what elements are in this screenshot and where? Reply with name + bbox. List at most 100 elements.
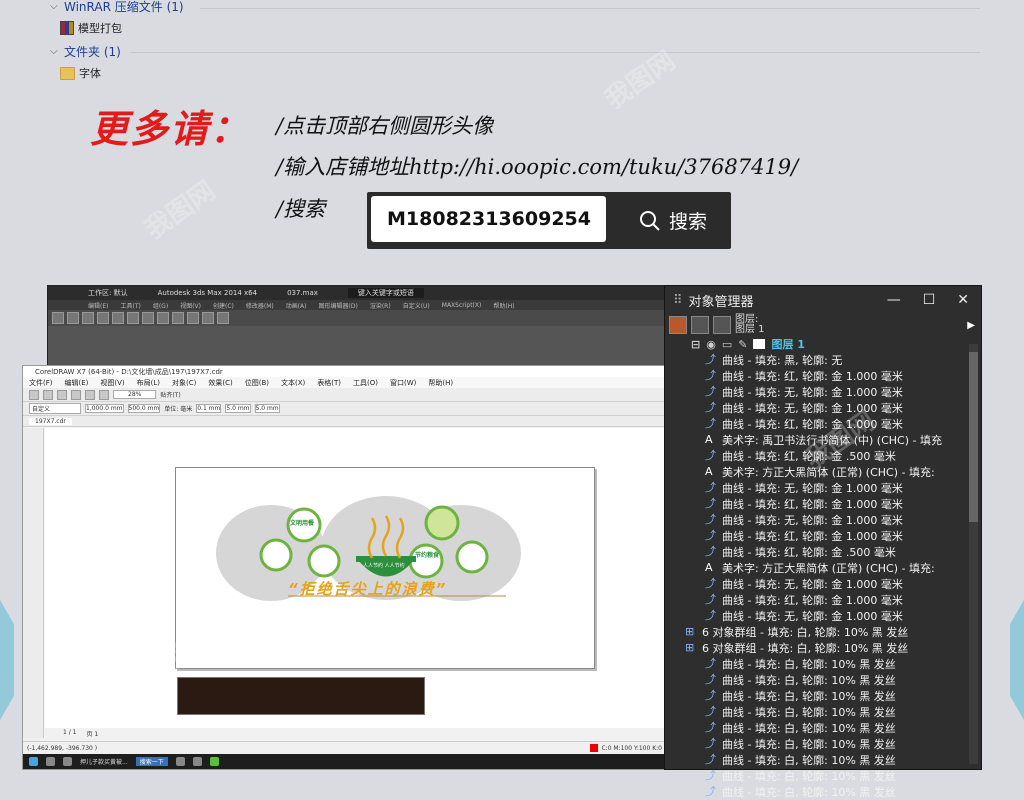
max-menu-item[interactable]: MAXScript(X) [442,302,482,309]
corel-menu-item[interactable]: 文件(F) [29,378,53,388]
object-row[interactable]: ⤴ 曲线 - 填充: 白, 轮廓: 10% 黑 发丝 [705,688,981,704]
object-row[interactable]: ⊞ 6 对象群组 - 填充: 白, 轮廓: 10% 黑 发丝 [685,624,981,640]
render-icon[interactable] [202,312,214,324]
print-icon[interactable] [71,389,81,400]
redo-icon[interactable] [67,312,79,324]
link-icon[interactable] [82,312,94,324]
corel-menu-item[interactable]: 文本(X) [281,378,305,388]
max-menu-item[interactable]: 动画(A) [286,301,307,310]
corel-menu-item[interactable]: 帮助(H) [428,378,453,388]
taskbar-app-2[interactable]: 搜索一下 [135,757,168,766]
save-icon[interactable] [57,389,67,400]
max-menu-item[interactable]: 编辑(E) [88,301,108,310]
object-row[interactable]: ⤴ 曲线 - 填充: 红, 轮廓: 金 .500 毫米 [705,544,981,560]
corel-menu-item[interactable]: 工具(O) [353,378,378,388]
flyout-arrow-icon[interactable]: ▶ [967,320,975,331]
lock-icon[interactable]: ✎ [738,338,747,351]
max-search-input[interactable]: 键入关键字或短语 [347,288,424,298]
winrar-group-header[interactable]: ⌵ WinRAR 压缩文件 (1) [50,0,184,15]
max-menu-item[interactable]: 帮助(H) [493,301,514,310]
snap-dropdown[interactable]: 贴齐(T) [160,390,180,399]
max-menu-item[interactable]: 组(G) [153,301,168,310]
options-icon[interactable] [713,316,731,334]
folder-item-font[interactable]: 字体 [60,65,101,81]
page-tab[interactable]: 页 1 [86,729,98,738]
object-row[interactable]: ⤴ 曲线 - 填充: 黑, 轮廓: 无 [705,352,981,368]
undo-icon[interactable] [85,389,95,400]
collapse-icon[interactable]: ⊟ [691,338,700,351]
corel-menu-item[interactable]: 对象(C) [172,378,196,388]
printer-icon[interactable]: ▭ [722,338,732,351]
object-row[interactable]: A 美术字: 禹卫书法行书简体 (中) (CHC) - 填充 [705,432,981,448]
object-row[interactable]: ⊞ 6 对象群组 - 填充: 白, 轮廓: 10% 黑 发丝 [685,640,981,656]
units-select[interactable]: 单位: 毫米 [164,404,192,413]
corel-menu-item[interactable]: 窗口(W) [390,378,416,388]
layer-manager-icon[interactable] [669,316,687,334]
scale-icon[interactable] [157,312,169,324]
object-row[interactable]: ⤴ 曲线 - 填充: 红, 轮廓: 金 1.000 毫米 [705,368,981,384]
object-manager-scrollbar[interactable] [969,344,978,764]
max-menu-item[interactable]: 视图(V) [180,301,201,310]
max-menu-item[interactable]: 工具(T) [120,301,140,310]
corel-menu-item[interactable]: 效果(C) [208,378,232,388]
material-icon[interactable] [217,312,229,324]
corel-menu-item[interactable]: 布局(L) [137,378,160,388]
max-viewport[interactable] [48,326,668,370]
corel-menu-item[interactable]: 视图(V) [100,378,124,388]
object-row[interactable]: ⤴ 曲线 - 填充: 白, 轮廓: 10% 黑 发丝 [705,736,981,752]
corel-menu-item[interactable]: 表格(T) [317,378,341,388]
object-row[interactable]: ⤴ 曲线 - 填充: 红, 轮廓: 金 1.000 毫米 [705,592,981,608]
object-row[interactable]: ⤴ 曲线 - 填充: 红, 轮廓: 金 1.000 毫米 [705,416,981,432]
search-icon[interactable] [46,757,55,766]
rotate-icon[interactable] [142,312,154,324]
eye-icon[interactable]: ◉ [706,338,716,351]
object-row[interactable]: ⤴ 曲线 - 填充: 白, 轮廓: 10% 黑 发丝 [705,672,981,688]
zoom-select[interactable]: 28% [113,390,157,399]
new-icon[interactable] [29,389,39,400]
max-menu-item[interactable]: 渲染(R) [370,301,391,310]
object-row[interactable]: ⤴ 曲线 - 填充: 白, 轮廓: 10% 黑 发丝 [705,720,981,736]
max-menu-item[interactable]: 修改器(M) [246,301,274,310]
mirror-icon[interactable] [172,312,184,324]
windows-start-icon[interactable] [29,757,38,766]
object-row[interactable]: ⤴ 曲线 - 填充: 红, 轮廓: 金 1.000 毫米 [705,496,981,512]
nudge-field[interactable]: 0.1 mm [196,404,222,413]
browser-icon[interactable] [175,757,185,766]
maximize-icon[interactable]: ☐ [923,292,936,308]
redo-icon[interactable] [99,389,109,400]
object-row[interactable]: A 美术字: 方正大黑简体 (正常) (CHC) - 填充: [705,560,981,576]
folder-group-header[interactable]: ⌵ 文件夹 (1) [50,43,121,60]
object-row[interactable]: ⤴ 曲线 - 填充: 无, 轮廓: 金 1.000 毫米 [705,480,981,496]
taskview-icon[interactable] [63,757,72,766]
duplicate-y-field[interactable]: 5.0 mm [254,404,280,413]
search-button[interactable]: 搜索 [615,192,731,249]
folder-icon[interactable] [192,757,202,766]
duplicate-x-field[interactable]: 5.0 mm [225,404,251,413]
layer-row[interactable]: ⊟ ◉ ▭ ✎ 图层 1 [665,336,981,352]
taskbar-app-1[interactable]: 押儿子款买黄被... [80,757,128,766]
select-icon[interactable] [112,312,124,324]
object-row[interactable]: ⤴ 曲线 - 填充: 无, 轮廓: 金 1.000 毫米 [705,400,981,416]
object-row[interactable]: ⤴ 曲线 - 填充: 无, 轮廓: 金 1.000 毫米 [705,512,981,528]
object-row[interactable]: ⤴ 曲线 - 填充: 无, 轮廓: 金 1.000 毫米 [705,576,981,592]
object-row[interactable]: ⤴ 曲线 - 填充: 白, 轮廓: 10% 黑 发丝 [705,656,981,672]
page-height-field[interactable]: 500.0 mm [127,404,161,413]
page-width-field[interactable]: 1,000.0 mm [85,404,124,413]
document-tab[interactable]: 197X7.cdr [29,417,72,425]
max-menu-item[interactable]: 创建(C) [213,301,234,310]
corel-menu-item[interactable]: 位图(B) [245,378,269,388]
new-layer-icon[interactable] [691,316,709,334]
close-icon[interactable]: ✕ [957,292,969,308]
unlink-icon[interactable] [97,312,109,324]
minimize-icon[interactable]: — [887,292,901,308]
undo-icon[interactable] [52,312,64,324]
object-row[interactable]: ⤴ 曲线 - 填充: 白, 轮廓: 10% 黑 发丝 [705,704,981,720]
max-menu-item[interactable]: 自定义(U) [403,301,430,310]
object-row[interactable]: ⤴ 曲线 - 填充: 白, 轮廓: 10% 黑 发丝 [705,768,981,784]
object-row[interactable]: ⤴ 曲线 - 填充: 白, 轮廓: 10% 黑 发丝 [705,784,981,800]
workspace-label[interactable]: 工作区: 默认 [88,288,128,298]
text-strip-panel[interactable] [177,677,425,715]
object-row[interactable]: ⤴ 曲线 - 填充: 无, 轮廓: 金 1.000 毫米 [705,384,981,400]
align-icon[interactable] [187,312,199,324]
max-menu-item[interactable]: 图形编辑器(D) [319,301,358,310]
